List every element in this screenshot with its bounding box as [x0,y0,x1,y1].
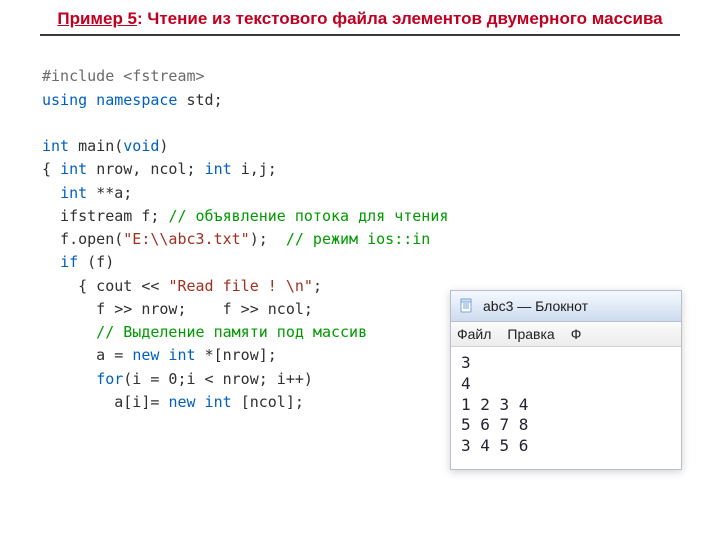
code-token: ifstream f; [42,207,168,225]
title-text: : Чтение из текстового файла элементов д… [137,9,663,28]
code-token: f.open( [42,230,123,248]
code-token: int [60,184,96,202]
code-token: int [205,160,241,178]
code-token: ; [214,91,223,109]
code-string: "Read file ! \n" [168,277,313,295]
menu-edit[interactable]: Правка [507,326,554,342]
code-token: main [78,137,114,155]
code-token: **a; [96,184,132,202]
code-comment: // объявление потока для чтения [168,207,448,225]
code-token: ; [313,277,322,295]
code-token: *[nrow]; [205,346,277,364]
notepad-window: abc3 — Блокнот Файл Правка Ф 3 4 1 2 3 4… [450,290,682,470]
menu-format-cut[interactable]: Ф [571,326,582,342]
code-token [42,184,60,202]
code-token: ( [114,137,123,155]
notepad-body[interactable]: 3 4 1 2 3 4 5 6 7 8 3 4 5 6 [451,347,681,469]
code-string: "E:\\abc3.txt" [123,230,249,248]
notepad-titlebar: abc3 — Блокнот [451,291,681,322]
notepad-icon [459,298,475,314]
code-token: new int [168,393,240,411]
code-token: { cout << [42,277,168,295]
code-token: if [60,253,87,271]
code-token: [ncol]; [241,393,304,411]
code-token: a = [42,346,132,364]
slide-title: Пример 5: Чтение из текстового файла эле… [0,0,720,30]
code-token: using namespace [42,91,187,109]
code-token: void [123,137,159,155]
code-token: f >> nrow; f >> ncol; [42,300,313,318]
code-token: ); [250,230,286,248]
code-token: { [42,160,60,178]
code-token [42,370,96,388]
code-token: a[i]= [42,393,168,411]
code-token: int [42,137,78,155]
menu-file[interactable]: Файл [457,326,491,342]
notepad-menu: Файл Правка Ф [451,322,681,347]
code-token: ) [159,137,168,155]
code-comment: // Выделение памяти под массив [42,323,367,341]
code-token: int [60,160,96,178]
code-token: <fstream> [123,67,204,85]
code-token: (i = 0;i < nrow; i++) [123,370,313,388]
example-label: Пример 5 [57,9,137,28]
code-token [42,253,60,271]
code-comment: // режим ios::in [286,230,431,248]
code-token: (f) [87,253,114,271]
code-token: nrow, ncol; [96,160,204,178]
code-token: i,j; [241,160,277,178]
code-token: #include [42,67,123,85]
code-token: std [187,91,214,109]
code-token: for [96,370,123,388]
notepad-title: abc3 — Блокнот [483,298,588,314]
code-token: new int [132,346,204,364]
